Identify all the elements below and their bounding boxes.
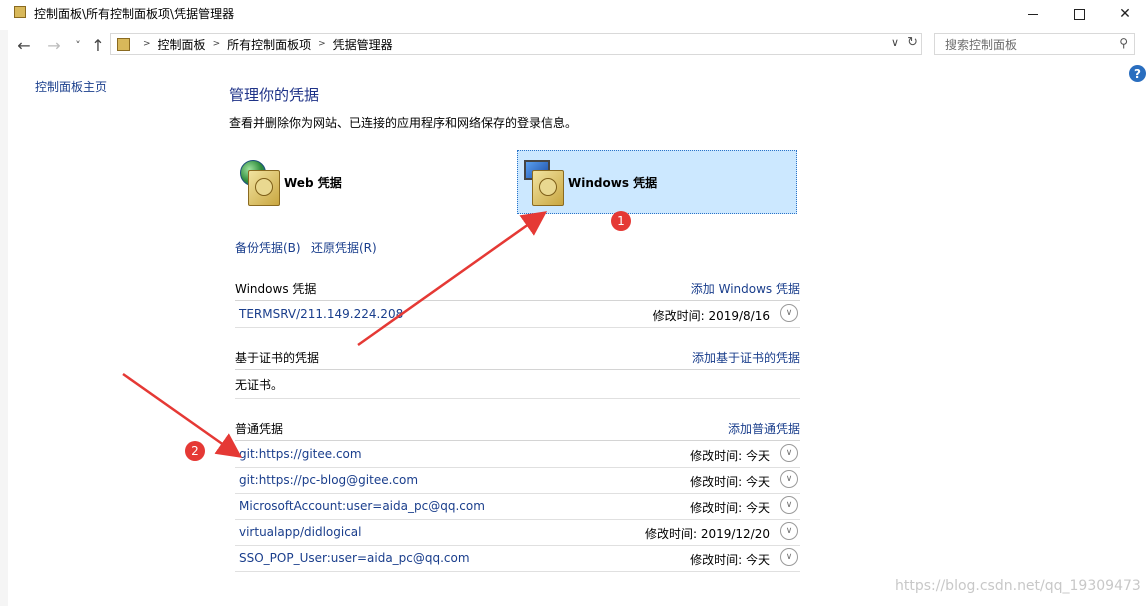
annotation-arrow-2	[122, 372, 243, 458]
watermark: https://blog.csdn.net/qq_19309473	[895, 578, 1141, 594]
annotation-badge-2: 2	[185, 441, 205, 461]
annotation-badge-1: 1	[611, 211, 631, 231]
annotation-arrows	[122, 211, 548, 458]
annotation-arrow-1	[357, 211, 548, 347]
